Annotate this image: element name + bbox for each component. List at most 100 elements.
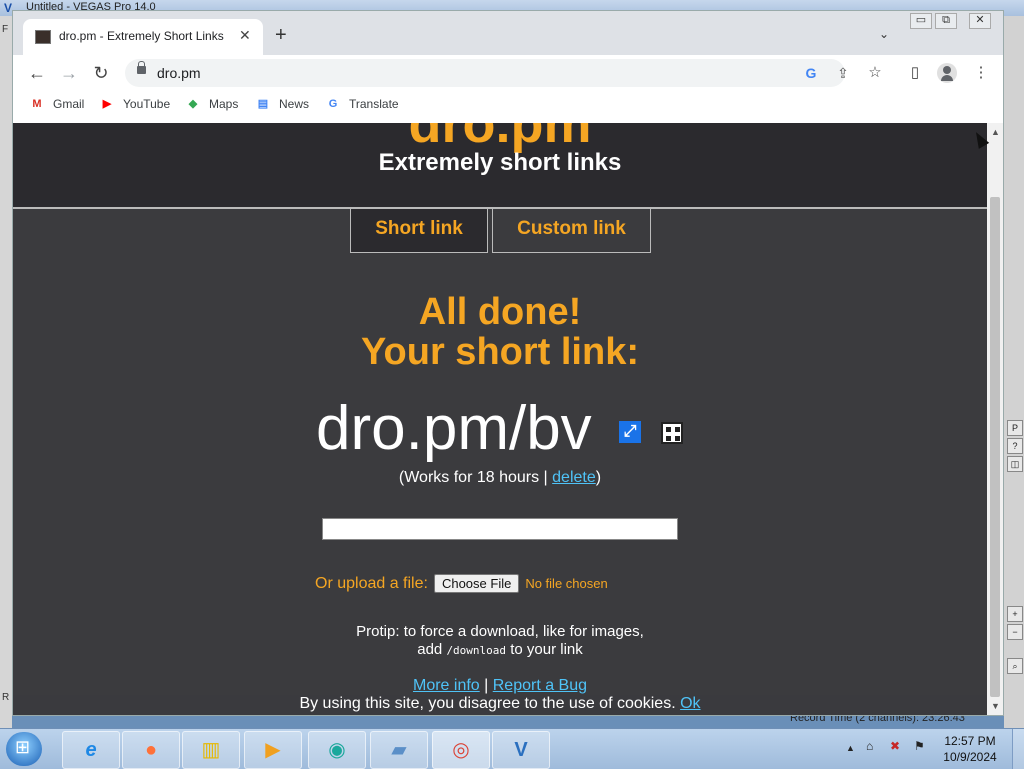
- cookie-ok-link[interactable]: Ok: [680, 695, 700, 712]
- tab-search-icon[interactable]: ⌄: [879, 27, 889, 41]
- minimize-button[interactable]: ▭: [910, 13, 932, 29]
- clock-time: 12:57 PM: [944, 734, 996, 748]
- tab-custom-link[interactable]: Custom link: [492, 209, 651, 253]
- background-panel-button[interactable]: P: [1007, 420, 1023, 436]
- bookmark-label: Gmail: [53, 97, 85, 111]
- bookmarks-bar: M Gmail ▶ YouTube ◆ Maps ▤ News G Transl…: [13, 91, 1003, 121]
- bookmark-label: News: [279, 97, 310, 111]
- expiry-text: (Works for 18 hours |: [398, 469, 553, 486]
- reload-icon[interactable]: ↻: [89, 61, 113, 85]
- url-input[interactable]: [322, 518, 678, 540]
- cookie-text: By using this site, you disagree to the …: [299, 695, 681, 712]
- background-zoom-in-icon[interactable]: +: [1007, 606, 1023, 622]
- background-app-right-panel: P ? ◫ + − ⌕: [1004, 16, 1024, 728]
- browser-toolbar: ← → ↻ dro.pm G ⇪ ☆ ▯ ⋮: [13, 55, 1003, 91]
- tab-strip: dro.pm - Extremely Short Links ✕ + ⌄ ▭ ⧉…: [13, 11, 1003, 55]
- bookmark-label: YouTube: [123, 97, 171, 111]
- bookmark-star-icon[interactable]: ☆: [865, 63, 885, 83]
- back-icon[interactable]: ←: [25, 61, 49, 85]
- bookmark-label: Maps: [209, 97, 239, 111]
- tab-title: dro.pm - Extremely Short Links: [59, 29, 224, 43]
- scroll-down-icon[interactable]: ▼: [991, 701, 1000, 711]
- qr-code-icon[interactable]: [661, 422, 683, 444]
- action-center-flag-icon[interactable]: ⚑: [914, 739, 925, 753]
- bookmark-gmail[interactable]: M Gmail: [29, 97, 84, 111]
- network-icon[interactable]: ⌂: [866, 739, 873, 753]
- share-icon[interactable]: ⇪: [833, 63, 853, 83]
- background-zoom-icon[interactable]: ◫: [1007, 456, 1023, 472]
- browser-window: dro.pm - Extremely Short Links ✕ + ⌄ ▭ ⧉…: [12, 10, 1004, 716]
- short-link-heading: Your short link:: [361, 331, 639, 373]
- scrollbar-thumb[interactable]: [990, 197, 1000, 697]
- forward-icon[interactable]: →: [57, 61, 81, 85]
- upload-row: Or upload a file: Choose File No file ch…: [315, 574, 608, 593]
- protip-line1: Protip: to force a download, like for im…: [356, 623, 644, 640]
- short-link-result[interactable]: dro.pm/bv: [316, 393, 592, 464]
- chrome-icon[interactable]: ◎: [432, 731, 490, 769]
- footer-separator: |: [479, 677, 493, 694]
- report-bug-link[interactable]: Report a Bug: [493, 677, 587, 694]
- url-text[interactable]: dro.pm: [157, 65, 201, 81]
- background-app-left-panel: F R: [0, 16, 12, 728]
- start-button[interactable]: [6, 732, 42, 766]
- windows-taskbar: e ● ▥ ▶ ◉ ▰ ◎ V ▲ ⌂ ✖ ⚑ 12:57 PM 10/9/20…: [0, 728, 1024, 769]
- show-hidden-icons-icon[interactable]: ▲: [846, 743, 855, 753]
- bookmark-maps[interactable]: ◆ Maps: [185, 97, 239, 111]
- more-info-link[interactable]: More info: [413, 677, 480, 694]
- volume-muted-icon[interactable]: ✖: [890, 739, 900, 753]
- site-tagline: Extremely short links: [378, 149, 622, 176]
- background-zoom-out-icon[interactable]: −: [1007, 624, 1023, 640]
- file-explorer-icon[interactable]: ▥: [182, 731, 240, 769]
- protip: Protip: to force a download, like for im…: [13, 623, 987, 660]
- app-icon[interactable]: ◉: [308, 731, 366, 769]
- media-player-icon[interactable]: ▶: [244, 731, 302, 769]
- browser-tab[interactable]: dro.pm - Extremely Short Links ✕: [23, 19, 263, 55]
- delete-link[interactable]: delete: [552, 469, 596, 486]
- firefox-icon[interactable]: ●: [122, 731, 180, 769]
- protip-line2: add /download to your link: [13, 641, 987, 660]
- protip-add: add: [417, 641, 447, 658]
- translate-icon: G: [328, 98, 338, 110]
- choose-file-button[interactable]: Choose File: [433, 574, 520, 593]
- bookmark-label: Translate: [349, 97, 399, 111]
- lock-icon[interactable]: [137, 61, 146, 74]
- no-file-text: No file chosen: [525, 576, 608, 591]
- news-icon: ▤: [257, 98, 269, 110]
- chrome-menu-icon[interactable]: ⋮: [971, 63, 991, 83]
- footer-links: More info | Report a Bug: [13, 677, 987, 695]
- vegas-pro-icon[interactable]: V: [492, 731, 550, 769]
- tab-short-link[interactable]: Short link: [350, 209, 488, 253]
- show-desktop-button[interactable]: [1012, 729, 1024, 769]
- maps-icon: ◆: [188, 98, 198, 110]
- youtube-icon: ▶: [102, 98, 112, 110]
- bookmark-youtube[interactable]: ▶ YouTube: [99, 97, 170, 111]
- protip-end: to your link: [506, 641, 583, 658]
- gmail-icon: M: [32, 98, 42, 110]
- expiry-close: ): [595, 469, 602, 486]
- page-viewport: dro.pm Extremely short links Short link …: [13, 123, 987, 715]
- scroll-up-icon[interactable]: ▲: [991, 127, 1000, 137]
- open-link-icon[interactable]: ⤢: [619, 421, 641, 443]
- page-scrollbar[interactable]: ▲ ▼: [987, 123, 1003, 715]
- background-magnify-icon[interactable]: ⌕: [1007, 658, 1023, 674]
- cookie-banner: By using this site, you disagree to the …: [13, 695, 987, 715]
- address-bar[interactable]: dro.pm G ⇪: [125, 59, 849, 87]
- google-lens-icon[interactable]: G: [801, 63, 821, 83]
- dropm-favicon-icon: [35, 30, 51, 44]
- restore-button[interactable]: ⧉: [935, 13, 957, 29]
- background-help-icon[interactable]: ?: [1007, 438, 1023, 454]
- background-label-bottom: R: [2, 692, 10, 703]
- done-heading: All done!: [418, 291, 582, 333]
- clock-date: 10/9/2024: [943, 750, 997, 764]
- bookmark-news[interactable]: ▤ News: [255, 97, 309, 111]
- bookmark-translate[interactable]: G Translate: [325, 97, 399, 111]
- tab-close-icon[interactable]: ✕: [239, 27, 251, 44]
- profile-avatar-icon[interactable]: [937, 63, 957, 83]
- app-window-icon[interactable]: ▰: [370, 731, 428, 769]
- system-clock[interactable]: 12:57 PM 10/9/2024: [940, 733, 1000, 765]
- close-window-button[interactable]: ✕: [969, 13, 991, 29]
- internet-explorer-icon[interactable]: e: [62, 731, 120, 769]
- side-panel-icon[interactable]: ▯: [905, 63, 925, 83]
- new-tab-button[interactable]: +: [275, 25, 287, 45]
- background-label-top: F: [2, 24, 9, 35]
